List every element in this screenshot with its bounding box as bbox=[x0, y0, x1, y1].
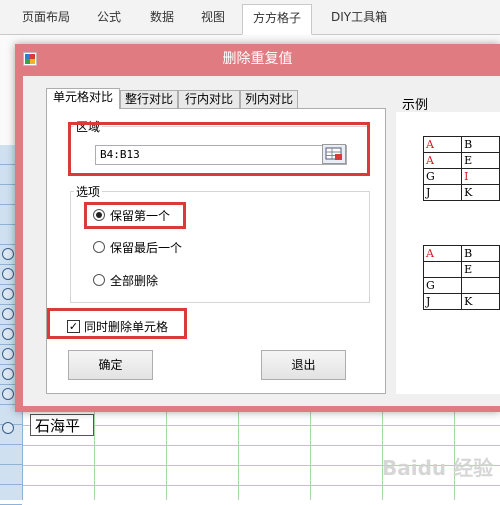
tab-row-compare[interactable]: 整行对比 bbox=[120, 90, 178, 108]
annotation-box-area bbox=[68, 122, 370, 176]
preview-table-after: A B E G J K bbox=[422, 245, 500, 310]
ribbon-tab-diy-toolbox[interactable]: DIY工具箱 bbox=[331, 8, 387, 25]
annotation-box-option bbox=[84, 202, 186, 229]
ribbon-tab-page-layout[interactable]: 页面布局 bbox=[22, 8, 70, 25]
circle-button-icon[interactable] bbox=[2, 422, 14, 434]
table-row: J K bbox=[422, 293, 500, 310]
circle-button-icon[interactable] bbox=[2, 368, 14, 380]
table-row: G I bbox=[422, 168, 500, 185]
annotation-box-checkbox bbox=[47, 308, 187, 339]
preview-cell: J bbox=[422, 293, 463, 310]
preview-cell: A bbox=[422, 245, 463, 262]
preview-cell: E bbox=[461, 261, 500, 278]
preview-cell: I bbox=[461, 168, 500, 185]
circle-button-icon[interactable] bbox=[2, 388, 14, 400]
table-row: A E bbox=[422, 152, 500, 169]
preview-cell: A bbox=[422, 152, 463, 169]
ribbon-tab-formulas[interactable]: 公式 bbox=[97, 8, 121, 25]
table-row: J K bbox=[422, 184, 500, 201]
radio-keep-last-label: 保留最后一个 bbox=[110, 241, 183, 255]
circle-button-icon[interactable] bbox=[2, 308, 14, 320]
radio-indicator bbox=[93, 274, 105, 286]
circle-button-icon[interactable] bbox=[2, 328, 14, 340]
preview-cell bbox=[422, 261, 463, 278]
dialog-title: 删除重复值 bbox=[222, 51, 293, 67]
table-row: A B bbox=[422, 245, 500, 262]
preview-label: 示例 bbox=[402, 98, 429, 113]
tab-in-row-compare[interactable]: 行内对比 bbox=[178, 90, 240, 108]
preview-cell: B bbox=[461, 245, 500, 262]
preview-cell: G bbox=[422, 168, 463, 185]
preview-cell: A bbox=[422, 136, 463, 153]
preview-cell bbox=[461, 277, 500, 294]
options-label: 选项 bbox=[74, 183, 103, 200]
table-row: E bbox=[422, 261, 500, 278]
tab-cell-compare[interactable]: 单元格对比 bbox=[46, 88, 120, 109]
preview-cell: E bbox=[461, 152, 500, 169]
circle-button-icon[interactable] bbox=[2, 248, 14, 260]
ribbon-tab-bar: 页面布局 公式 数据 视图 方方格子 DIY工具箱 bbox=[0, 0, 500, 35]
cell-name-value[interactable]: 石海平 bbox=[30, 414, 94, 436]
radio-indicator bbox=[93, 241, 105, 253]
circle-button-icon[interactable] bbox=[2, 268, 14, 280]
ribbon-tab-fangfang[interactable]: 方方格子 bbox=[242, 4, 313, 35]
preview-cell: K bbox=[461, 184, 500, 201]
preview-cell: K bbox=[461, 293, 500, 310]
ribbon-tab-view[interactable]: 视图 bbox=[201, 8, 225, 25]
preview-cell: G bbox=[422, 277, 463, 294]
watermark-logo: Baidu 经验 bbox=[382, 456, 494, 480]
radio-delete-all-label: 全部删除 bbox=[110, 274, 159, 288]
preview-table-before: A B A E G I J K bbox=[422, 136, 500, 201]
exit-button[interactable]: 退出 bbox=[261, 350, 346, 380]
circle-button-icon[interactable] bbox=[2, 288, 14, 300]
preview-cell: J bbox=[422, 184, 463, 201]
table-row: A B bbox=[422, 136, 500, 153]
ribbon-tab-data[interactable]: 数据 bbox=[150, 8, 174, 25]
ok-button[interactable]: 确定 bbox=[68, 350, 153, 380]
circle-button-icon[interactable] bbox=[2, 348, 14, 360]
preview-cell: B bbox=[461, 136, 500, 153]
tab-in-column-compare[interactable]: 列内对比 bbox=[240, 90, 298, 108]
table-row: G bbox=[422, 277, 500, 294]
